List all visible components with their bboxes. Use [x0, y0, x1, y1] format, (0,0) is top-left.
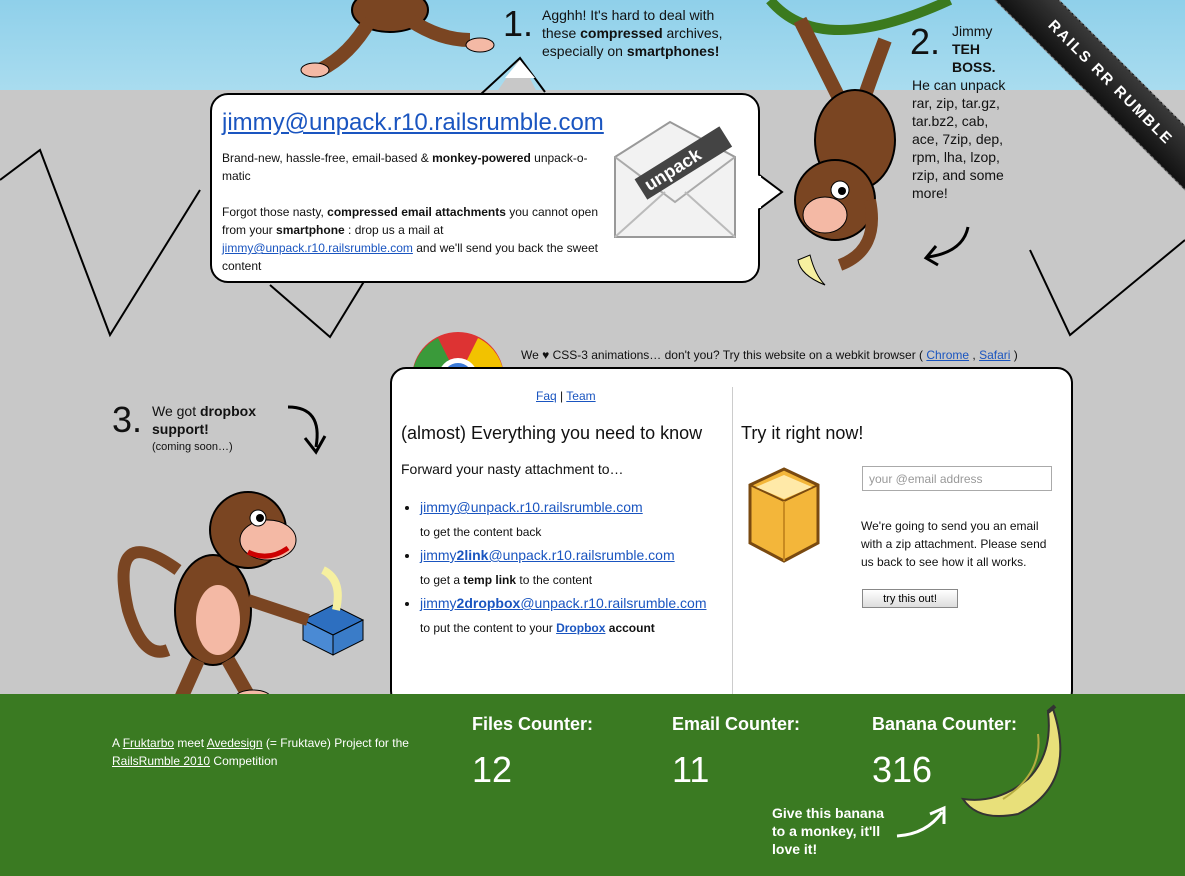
email-counter-value: 11 — [672, 749, 710, 790]
address-description: to get a temp link to the content — [420, 573, 593, 587]
step-one-number: 1. — [503, 3, 534, 44]
email-counter: Email Counter: 11 — [672, 714, 800, 791]
chrome-link[interactable]: Chrome — [926, 348, 969, 362]
forward-instruction: Forward your nasty attachment to… — [401, 461, 624, 477]
files-counter-label: Files Counter: — [472, 714, 594, 734]
bubble-tail — [758, 173, 784, 211]
intro-bubble: jimmy@unpack.r10.railsrumble.com Brand-n… — [210, 93, 760, 283]
fruktarbo-link[interactable]: Fruktarbo — [123, 736, 174, 750]
list-item: jimmy@unpack.r10.railsrumble.com to get … — [420, 499, 707, 539]
css3-note: We ♥ CSS-3 animations… don't you? Try th… — [521, 348, 1018, 362]
address-link-dropbox[interactable]: jimmy2dropbox@unpack.r10.railsrumble.com — [420, 595, 707, 611]
railsrumble-link[interactable]: RailsRumble 2010 — [112, 754, 210, 768]
zip-box-icon — [748, 467, 820, 563]
files-counter: Files Counter: 12 — [472, 714, 593, 791]
team-link[interactable]: Team — [566, 389, 595, 403]
panel-nav: Faq | Team — [536, 389, 596, 403]
banana-note: Give this banana to a monkey, it'll love… — [772, 805, 885, 857]
address-description: to get the content back — [420, 525, 542, 539]
banana-icon[interactable] — [958, 704, 1068, 824]
page: 1. Agghh! It's hard to deal with these c… — [0, 0, 1185, 876]
try-explanation: We're going to send you an email with a … — [861, 519, 1047, 569]
step-one-text: Agghh! It's hard to deal with these comp… — [542, 7, 723, 59]
intro-description: Forgot those nasty, compressed email att… — [222, 205, 598, 273]
address-list: jimmy@unpack.r10.railsrumble.com to get … — [402, 499, 707, 643]
arrow-up-icon — [896, 805, 946, 838]
railsrumble-ribbon[interactable]: RAILS RR RUMBLE — [966, 0, 1185, 227]
dropbox-link[interactable]: Dropbox — [556, 621, 605, 635]
panel-divider — [732, 387, 733, 697]
files-counter-value: 12 — [472, 749, 513, 790]
intro-tagline: Brand-new, hassle-free, email-based & mo… — [222, 151, 588, 183]
address-link-unpack[interactable]: jimmy@unpack.r10.railsrumble.com — [420, 499, 643, 515]
arrow-down-icon — [287, 405, 327, 455]
envelope-icon: unpack — [614, 120, 736, 238]
chrome-logo-icon — [412, 332, 504, 370]
step-two-number: 2. — [910, 21, 941, 62]
step-three-note: (coming soon…) — [152, 441, 233, 453]
try-title: Try it right now! — [741, 423, 864, 443]
email-input[interactable] — [862, 466, 1052, 491]
faq-link[interactable]: Faq — [536, 389, 557, 403]
dropbox-monkey-illustration — [117, 491, 365, 717]
railsrumble-ribbon-clip: RAILS RR RUMBLE — [960, 0, 1185, 230]
info-panel: Faq | Team (almost) Everything you need … — [390, 367, 1073, 707]
step-three-text: We got dropbox support! — [152, 403, 256, 437]
email-counter-label: Email Counter: — [672, 714, 801, 734]
try-button[interactable]: try this out! — [862, 589, 958, 608]
list-item: jimmy2link@unpack.r10.railsrumble.com to… — [420, 547, 707, 587]
safari-link[interactable]: Safari — [979, 348, 1010, 362]
address-link-link[interactable]: jimmy2link@unpack.r10.railsrumble.com — [420, 547, 675, 563]
info-title: (almost) Everything you need to know — [401, 423, 703, 443]
footer: A Fruktarbo meet Avedesign (= Fruktave) … — [0, 694, 1185, 876]
list-item: jimmy2dropbox@unpack.r10.railsrumble.com… — [420, 595, 707, 635]
intro-email-link[interactable]: jimmy@unpack.r10.railsrumble.com — [222, 109, 604, 137]
credit-text: A Fruktarbo meet Avedesign (= Fruktave) … — [112, 736, 409, 768]
step-three-number: 3. — [112, 399, 143, 440]
avedesign-link[interactable]: Avedesign — [207, 736, 263, 750]
address-description: to put the content to your Dropbox accou… — [420, 621, 655, 635]
intro-desc-email-link[interactable]: jimmy@unpack.r10.railsrumble.com — [222, 241, 413, 255]
